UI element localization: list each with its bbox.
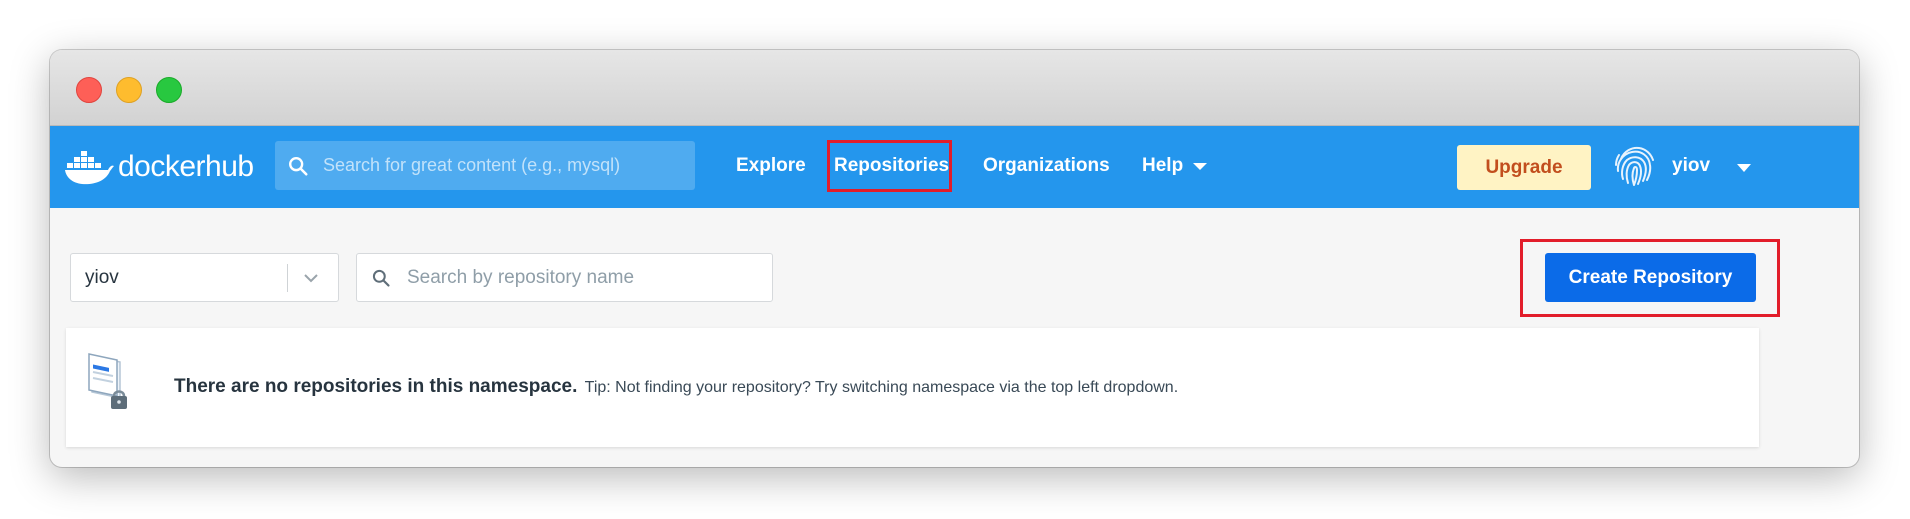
minimize-window-button[interactable] — [116, 77, 142, 103]
repositories-highlight-box — [827, 140, 952, 192]
search-icon — [372, 269, 390, 287]
global-search[interactable] — [275, 141, 695, 190]
search-icon — [289, 156, 308, 176]
global-search-input[interactable] — [321, 154, 685, 177]
empty-state-card: There are no repositories in this namesp… — [66, 328, 1759, 447]
repository-search[interactable] — [356, 253, 773, 302]
empty-state-title: There are no repositories in this namesp… — [174, 376, 578, 397]
namespace-value: yiov — [85, 267, 119, 288]
upgrade-button[interactable]: Upgrade — [1457, 145, 1591, 190]
user-menu-caret-icon[interactable] — [1737, 164, 1751, 172]
window-titlebar — [50, 50, 1859, 126]
fingerprint-avatar-icon[interactable] — [1612, 143, 1658, 189]
dockerhub-logo[interactable]: dockerhub — [64, 144, 254, 190]
empty-state-tip: Tip: Not finding your repository? Try sw… — [584, 379, 1179, 396]
logo-text: dockerhub — [118, 150, 254, 183]
dropdown-divider — [287, 264, 288, 292]
create-repository-button[interactable]: Create Repository — [1545, 253, 1756, 302]
nav-organizations[interactable]: Organizations — [983, 148, 1110, 184]
browser-window: dockerhub Explore Repositories Organizat… — [50, 50, 1859, 467]
namespace-dropdown[interactable]: yiov — [70, 253, 339, 302]
nav-help-label: Help — [1142, 155, 1184, 176]
repo-lock-illustration — [88, 353, 127, 409]
caret-down-icon — [1193, 162, 1208, 170]
chevron-down-icon[interactable] — [299, 266, 323, 290]
top-navbar: dockerhub Explore Repositories Organizat… — [50, 126, 1859, 208]
repository-search-input[interactable] — [405, 265, 769, 290]
docker-whale-icon — [65, 151, 114, 185]
empty-state-message: There are no repositories in this namesp… — [174, 376, 1178, 398]
close-window-button[interactable] — [76, 77, 102, 103]
username-label[interactable]: yiov — [1672, 148, 1710, 184]
nav-help[interactable]: Help — [1142, 148, 1208, 184]
nav-explore[interactable]: Explore — [736, 148, 806, 184]
maximize-window-button[interactable] — [156, 77, 182, 103]
